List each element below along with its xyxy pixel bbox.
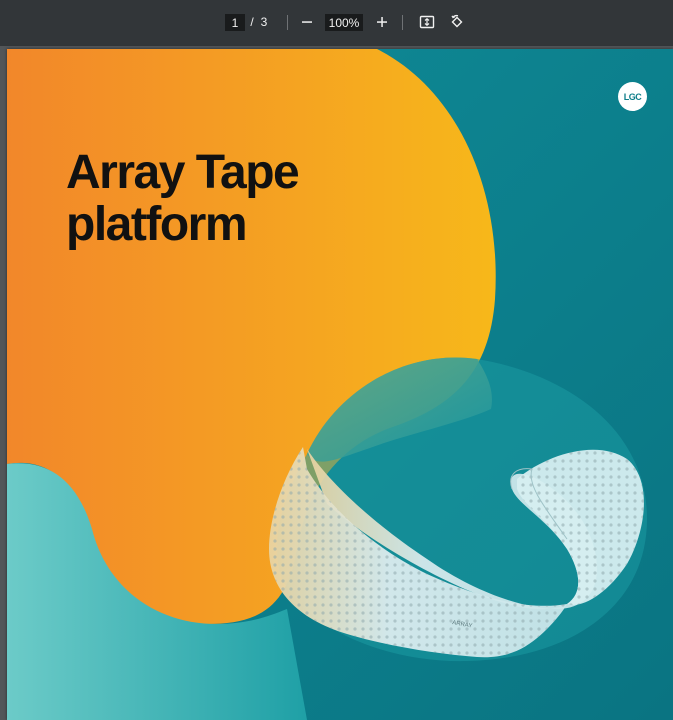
rotate-button[interactable] xyxy=(446,11,468,33)
rotate-icon xyxy=(451,14,463,28)
toolbar-divider xyxy=(287,15,288,30)
logo-text: LGC xyxy=(623,91,642,102)
plus-icon xyxy=(377,17,387,27)
fit-to-page-icon xyxy=(419,15,435,29)
page-number-input[interactable] xyxy=(225,14,245,31)
pdf-page: ARRAY Array Tape platform LGC xyxy=(7,49,673,720)
minus-icon xyxy=(302,21,312,23)
pdf-toolbar: / 3 xyxy=(0,0,673,46)
toolbar-divider xyxy=(402,15,403,30)
zoom-input[interactable] xyxy=(325,14,363,31)
page-separator: / xyxy=(250,15,254,29)
zoom-in-button[interactable] xyxy=(371,11,393,33)
title-line-1: Array Tape xyxy=(66,146,300,199)
zoom-out-button[interactable] xyxy=(296,11,318,33)
lgc-logo: LGC xyxy=(618,82,647,111)
page-total: 3 xyxy=(260,15,268,29)
page-title: Array Tape platform xyxy=(66,146,300,251)
title-line-2: platform xyxy=(66,198,248,251)
fit-to-page-button[interactable] xyxy=(416,11,438,33)
